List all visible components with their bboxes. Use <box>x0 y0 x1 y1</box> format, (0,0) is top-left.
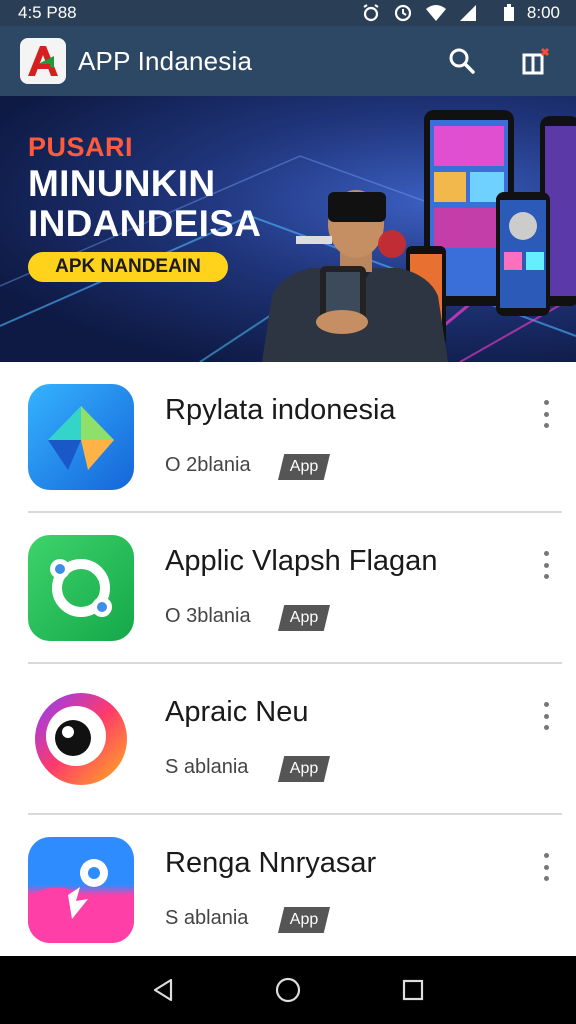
app-icon-3[interactable] <box>28 686 134 792</box>
banner-kicker: PUSARI <box>28 132 134 162</box>
search-icon[interactable] <box>442 41 482 81</box>
banner-title-line1: MINUNKIN <box>28 163 216 204</box>
banner-title: MINUNKIN INDANDEISA <box>28 164 261 244</box>
promo-banner[interactable]: PUSARI MINUNKIN INDANDEISA APK NANDEAIN <box>0 96 576 362</box>
status-icons: 8:00 <box>361 3 560 23</box>
app-icon-1[interactable] <box>28 384 134 490</box>
battery-icon <box>503 4 514 21</box>
app-meta: S ablania <box>165 907 249 929</box>
more-options-icon[interactable] <box>538 400 554 428</box>
app-icon-2[interactable] <box>28 535 134 641</box>
more-options-icon[interactable] <box>538 551 554 579</box>
app-logo <box>20 38 66 84</box>
app-meta: O 2blania <box>165 454 251 476</box>
wifi-icon <box>425 5 446 21</box>
status-time: 8:00 <box>526 3 560 22</box>
app-meta: O 3blania <box>165 605 251 627</box>
app-bar: APP Indanesia <box>0 26 576 96</box>
home-icon[interactable] <box>268 970 308 1010</box>
list-item[interactable]: Rpylata indonesia O 2blania App <box>0 362 576 513</box>
signal-icon <box>459 5 476 21</box>
app-tag: App <box>278 756 330 782</box>
app-title: APP Indanesia <box>78 45 253 76</box>
more-options-icon[interactable] <box>538 853 554 881</box>
app-tag: App <box>278 907 330 933</box>
system-nav-bar <box>0 956 576 1024</box>
list-item[interactable]: Renga Nnryasar S ablania App <box>0 815 576 966</box>
app-list: Rpylata indonesia O 2blania App Applic V… <box>0 362 576 966</box>
app-icon-4[interactable] <box>28 837 134 943</box>
back-icon[interactable] <box>143 970 183 1010</box>
list-item[interactable]: Apraic Neu S ablania App <box>0 664 576 815</box>
app-name: Apraic Neu <box>165 696 309 728</box>
banner-cta-button[interactable]: APK NANDEAIN <box>28 252 228 282</box>
status-bar: 4:5 P88 8:00 <box>0 0 576 26</box>
gift-icon[interactable] <box>516 41 556 81</box>
recents-icon[interactable] <box>393 970 433 1010</box>
app-tag: App <box>278 454 330 480</box>
banner-title-line2: INDANDEISA <box>28 203 262 244</box>
more-options-icon[interactable] <box>538 702 554 730</box>
clock-icon <box>394 4 412 22</box>
app-name: Applic Vlapsh Flagan <box>165 545 438 577</box>
app-name: Renga Nnryasar <box>165 847 377 879</box>
app-tag: App <box>278 605 330 631</box>
status-left-text: 4:5 P88 <box>18 3 77 22</box>
app-meta: S ablania <box>165 756 249 778</box>
list-item[interactable]: Applic Vlapsh Flagan O 3blania App <box>0 513 576 664</box>
alarm-icon <box>363 4 379 22</box>
app-name: Rpylata indonesia <box>165 394 396 426</box>
